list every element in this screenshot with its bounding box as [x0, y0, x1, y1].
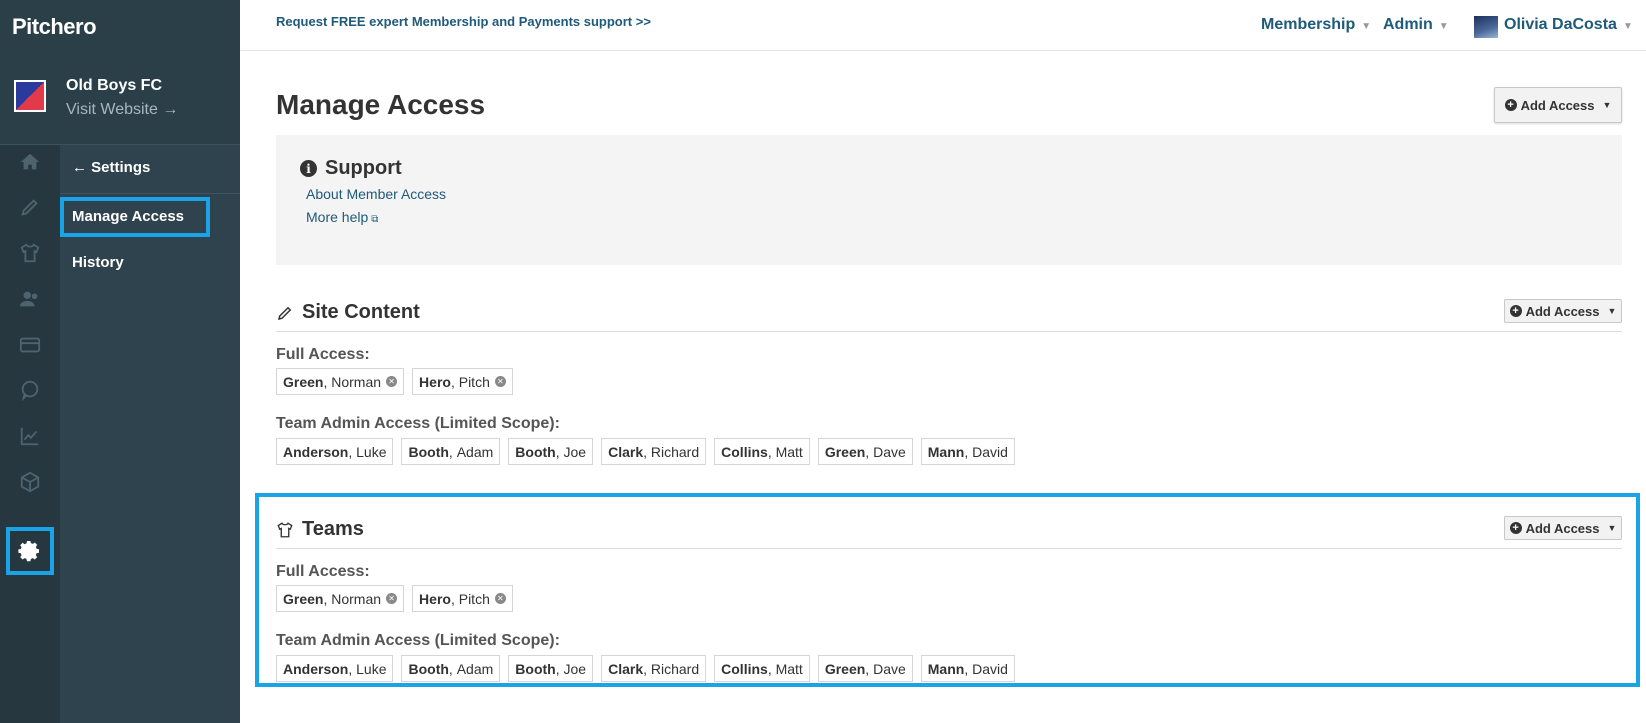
shirt-icon — [277, 521, 293, 537]
sidebar: Pitchero Old Boys FC Visit Website → ← S… — [0, 0, 240, 723]
shirt-icon[interactable] — [0, 236, 60, 270]
subnav-item-manage-access[interactable]: Manage Access — [72, 208, 184, 225]
section-divider — [276, 548, 1622, 549]
teams-limited-access-list: Anderson, Luke Booth, Adam Booth, Joe Cl… — [276, 655, 1015, 682]
user-chip: Mann, David — [920, 438, 1015, 465]
teams-heading: Teams — [276, 518, 364, 541]
visit-website-link[interactable]: Visit Website → — [66, 101, 178, 119]
plus-circle-icon: + — [1509, 522, 1522, 534]
user-chip: Booth, Adam — [401, 655, 501, 682]
caret-down-icon: ▼ — [1361, 21, 1372, 32]
remove-icon[interactable]: ✕ — [494, 593, 506, 604]
club-badge — [14, 80, 46, 112]
user-chip: Collins, Matt — [714, 438, 810, 465]
remove-icon[interactable]: ✕ — [386, 593, 398, 604]
about-member-access-link[interactable]: About Member Access — [306, 186, 446, 202]
user-chip: Booth, Adam — [401, 438, 501, 465]
pitchero-logo[interactable]: Pitchero — [12, 14, 97, 40]
info-icon: i — [300, 160, 317, 177]
user-chip: Hero, Pitch ✕ — [412, 585, 513, 612]
club-name: Old Boys FC — [66, 77, 163, 94]
plus-circle-icon: + — [1509, 305, 1522, 317]
site-content-add-access-button[interactable]: + Add Access ▼ — [1504, 299, 1622, 323]
user-chip: Green, Dave — [817, 655, 913, 682]
expert-support-link[interactable]: Request FREE expert Membership and Payme… — [276, 14, 651, 29]
subnav-divider — [60, 193, 240, 194]
full-access-label: Full Access: — [276, 346, 370, 363]
remove-icon[interactable]: ✕ — [386, 376, 398, 387]
caret-down-icon: ▼ — [1607, 306, 1617, 316]
home-icon[interactable] — [0, 145, 60, 179]
page-title: Manage Access — [276, 89, 486, 120]
user-chip: Collins, Matt — [714, 655, 810, 682]
site-content-limited-access-list: Anderson, Luke Booth, Adam Booth, Joe Cl… — [276, 438, 1015, 465]
user-avatar[interactable] — [1474, 16, 1498, 38]
top-bar: Request FREE expert Membership and Payme… — [240, 0, 1646, 51]
user-chip: Clark, Richard — [601, 438, 707, 465]
admin-menu[interactable]: Admin ▼ — [1383, 16, 1449, 34]
user-chip: Anderson, Luke — [276, 655, 394, 682]
external-link-icon: ⧉ — [371, 214, 379, 225]
user-chip: Mann, David — [920, 655, 1015, 682]
club-header: Old Boys FC Visit Website → — [0, 50, 240, 145]
settings-subnav: ← Settings Manage Access History — [60, 145, 240, 723]
teams-full-access-list: Green, Norman ✕ Hero, Pitch ✕ — [276, 585, 513, 612]
site-content-full-access-list: Green, Norman ✕ Hero, Pitch ✕ — [276, 368, 513, 395]
plus-circle-icon: + — [1504, 99, 1517, 111]
full-access-label: Full Access: — [276, 563, 370, 580]
icon-rail — [0, 145, 60, 723]
subnav-item-history[interactable]: History — [72, 254, 124, 271]
main-content: Manage Access + Add Access ▼ i Support A… — [276, 51, 1622, 723]
caret-down-icon: ▼ — [1438, 21, 1449, 32]
pencil-icon — [277, 306, 292, 320]
section-divider — [276, 331, 1622, 332]
user-chip: Clark, Richard — [601, 655, 707, 682]
card-icon[interactable] — [0, 328, 60, 362]
user-chip: Anderson, Luke — [276, 438, 394, 465]
limited-access-label: Team Admin Access (Limited Scope): — [276, 415, 560, 432]
user-chip: Booth, Joe — [508, 655, 594, 682]
users-icon[interactable] — [0, 282, 60, 316]
chat-icon[interactable] — [0, 373, 60, 407]
box-icon[interactable] — [0, 465, 60, 499]
user-chip: Booth, Joe — [508, 438, 594, 465]
site-content-heading: Site Content — [276, 301, 420, 324]
back-to-settings-link[interactable]: ← Settings — [72, 159, 150, 176]
add-access-button[interactable]: + Add Access ▼ — [1494, 87, 1622, 123]
user-chip: Green, Dave — [817, 438, 913, 465]
support-panel: i Support About Member Access More help ⧉ — [276, 135, 1622, 265]
caret-down-icon: ▼ — [1602, 100, 1612, 110]
user-menu[interactable]: Olivia DaCosta ▼ — [1504, 16, 1633, 34]
support-heading: i Support — [300, 157, 402, 180]
limited-access-label: Team Admin Access (Limited Scope): — [276, 632, 560, 649]
caret-down-icon: ▼ — [1622, 21, 1633, 32]
user-chip: Green, Norman ✕ — [276, 585, 405, 612]
membership-menu[interactable]: Membership ▼ — [1261, 16, 1371, 34]
chart-icon[interactable] — [0, 419, 60, 453]
teams-add-access-button[interactable]: + Add Access ▼ — [1504, 516, 1622, 540]
caret-down-icon: ▼ — [1607, 523, 1617, 533]
more-help-link[interactable]: More help ⧉ — [306, 209, 378, 225]
user-chip: Green, Norman ✕ — [276, 368, 405, 395]
gear-icon[interactable] — [6, 527, 54, 575]
remove-icon[interactable]: ✕ — [494, 376, 506, 387]
user-chip: Hero, Pitch ✕ — [412, 368, 513, 395]
pencil-icon[interactable] — [0, 190, 60, 224]
